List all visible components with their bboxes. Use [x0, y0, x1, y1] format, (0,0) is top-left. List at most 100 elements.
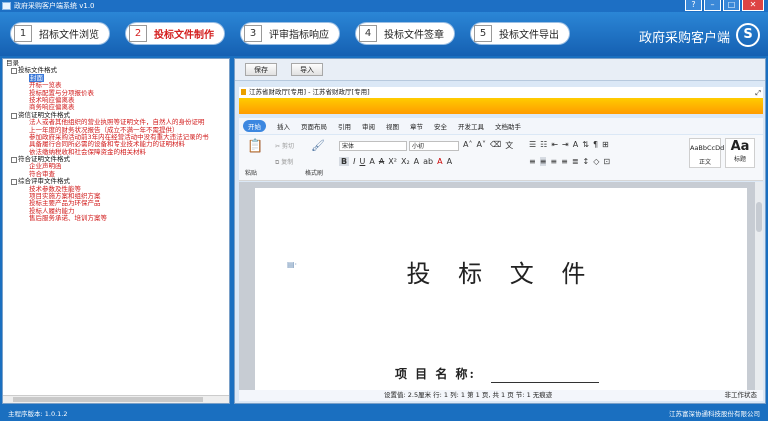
subscript-icon[interactable]: X₂ [401, 157, 410, 166]
font-style-tools: B I U A A X² X₂ A ab A A [339, 157, 452, 166]
indent-icon[interactable]: ⇥ [562, 140, 569, 149]
step-label: 招标文件浏览 [39, 30, 99, 41]
cut-button[interactable]: ✂ 剪切 [275, 141, 294, 150]
scroll-thumb[interactable] [756, 202, 762, 232]
show-marks-icon[interactable]: ¶ [593, 140, 598, 149]
save-button[interactable]: 保存 [245, 63, 277, 76]
window-title: 政府采购客户端系统 v1.0 [14, 2, 95, 10]
step-1-browse[interactable]: 1 招标文件浏览 [10, 22, 110, 45]
align-right-icon[interactable]: ≡ [550, 157, 557, 166]
style-normal-label: 正文 [698, 159, 711, 166]
close-button[interactable]: ✕ [742, 0, 764, 11]
numbered-list-icon[interactable]: ☷ [540, 140, 547, 149]
superscript-icon[interactable]: X² [388, 157, 397, 166]
phonetic-icon[interactable]: 文 [505, 140, 513, 151]
shading-icon[interactable]: ◇ [593, 157, 599, 166]
step-2-make-bid[interactable]: 2 投标文件制作 [125, 22, 225, 45]
import-button[interactable]: 导入 [291, 63, 323, 76]
line-spacing-icon[interactable]: ↕ [583, 157, 590, 166]
editor-toolbar: 保存 导入 [235, 59, 765, 81]
help-button[interactable]: ? [685, 0, 702, 11]
step-5-export[interactable]: 5 投标文件导出 [470, 22, 570, 45]
format-painter-label[interactable]: 格式刷 [305, 168, 323, 177]
italic-icon[interactable]: I [353, 157, 355, 166]
tab-developer[interactable]: 开发工具 [458, 121, 484, 131]
company-text: 江苏富深协通科技股份有限公司 [669, 410, 760, 418]
style-heading-label: 标题 [733, 156, 746, 163]
tab-insert[interactable]: 插入 [277, 121, 290, 131]
project-name-underline [491, 382, 599, 383]
format-painter-icon[interactable]: 🖌 [311, 139, 325, 152]
char-format-icon[interactable]: A [414, 157, 419, 166]
tree-item[interactable]: 售后服务承诺、培训方案等 [5, 215, 227, 222]
text-effect-icon[interactable]: A [369, 157, 374, 166]
brand-title: 政府采购客户端 [638, 31, 730, 46]
tab-review[interactable]: 审阅 [362, 121, 375, 131]
editor-panel: 保存 导入 江苏省财政厅[专用] - 江苏省财政厅[专用] ⤢ 开始 插入 页面… [234, 58, 766, 404]
border-icon[interactable]: ⊡ [603, 157, 610, 166]
minimize-button[interactable]: – [704, 0, 721, 11]
font-name-select[interactable]: 宋体 [339, 141, 407, 151]
align-tools: ≡ ≡ ≡ ≡ ≣ ↕ ◇ ⊡ [529, 157, 610, 166]
list-tools: ☰ ☷ ⇤ ⇥ A ⇅ ¶ ⊞ [529, 140, 609, 149]
shrink-font-icon[interactable]: A˅ [476, 140, 485, 151]
sort-icon[interactable]: ⇅ [582, 140, 589, 149]
char-border-icon[interactable]: A [447, 157, 452, 166]
style-heading-sample: Aa [730, 139, 750, 154]
distributed-icon[interactable]: ≣ [572, 157, 579, 166]
style-heading[interactable]: Aa 标题 [725, 138, 755, 168]
clear-format-icon[interactable]: ⌫ [490, 140, 501, 151]
tab-references[interactable]: 引用 [338, 121, 351, 131]
tab-security[interactable]: 安全 [434, 121, 447, 131]
tab-layout[interactable]: 页面布局 [301, 121, 327, 131]
app-icon [2, 2, 11, 10]
maximize-button[interactable]: □ [723, 0, 740, 11]
document-banner [239, 98, 763, 114]
justify-icon[interactable]: ≡ [561, 157, 568, 166]
status-info: 设置值: 2.5厘米 行: 1 列: 1 第 1 页, 共 1 页 节: 1 无… [384, 391, 553, 399]
document-title-text: 投 标 文 件 [406, 260, 596, 288]
paste-icon[interactable]: 📋 [247, 139, 263, 154]
document-page[interactable]: ▤· 投 标 文 件 项 目 名 称: [255, 188, 747, 390]
document-title: 江苏省财政厅[专用] - 江苏省财政厅[专用] [249, 88, 370, 96]
tab-chapter[interactable]: 章节 [410, 121, 423, 131]
font-color-icon[interactable]: A [437, 157, 442, 166]
underline-icon[interactable]: U [359, 157, 365, 166]
tab-home[interactable]: 开始 [243, 120, 266, 132]
tree-item-label: 售后服务承诺、培训方案等 [29, 214, 107, 223]
step-number: 5 [474, 25, 492, 42]
vertical-scrollbar[interactable] [755, 182, 763, 390]
tab-doc-assistant[interactable]: 文档助手 [495, 121, 521, 131]
font-size-select[interactable]: 小初 [409, 141, 459, 151]
step-3-evaluation[interactable]: 3 评审指标响应 [240, 22, 340, 45]
grow-font-icon[interactable]: A˄ [463, 140, 472, 151]
style-normal-sample: AaBbCcDd [690, 144, 725, 152]
document-area: ▤· 投 标 文 件 项 目 名 称: [239, 182, 763, 390]
step-header: 1 招标文件浏览 2 投标文件制作 3 评审指标响应 4 投标文件签章 5 投标… [0, 12, 768, 56]
version-text: 主程序版本: 1.0.1.2 [8, 410, 68, 418]
strikethrough-icon[interactable]: A [379, 157, 384, 166]
style-normal[interactable]: AaBbCcDd 正文 [689, 138, 725, 168]
outdent-icon[interactable]: ⇤ [551, 140, 558, 149]
bullet-list-icon[interactable]: ☰ [529, 140, 536, 149]
document-status-bar: 设置值: 2.5厘米 行: 1 列: 1 第 1 页, 共 1 页 节: 1 无… [239, 390, 763, 401]
project-name-label: 项 目 名 称: [395, 367, 476, 381]
step-number: 3 [244, 25, 262, 42]
step-number: 2 [129, 25, 147, 42]
chinese-layout-icon[interactable]: A [573, 140, 578, 149]
table-icon[interactable]: ⊞ [602, 140, 609, 149]
paste-label[interactable]: 粘贴 [245, 168, 257, 177]
bold-icon[interactable]: B [339, 157, 350, 166]
copy-button[interactable]: ⧉ 复制 [275, 157, 293, 167]
align-left-icon[interactable]: ≡ [529, 157, 536, 166]
tab-view[interactable]: 视图 [386, 121, 399, 131]
font-size-tools: A˄ A˅ ⌫ 文 [463, 140, 513, 151]
horizontal-scrollbar[interactable] [3, 395, 229, 403]
scroll-thumb[interactable] [13, 397, 203, 402]
step-number: 4 [359, 25, 377, 42]
step-4-sign[interactable]: 4 投标文件签章 [355, 22, 455, 45]
lock-icon [241, 89, 246, 95]
highlight-icon[interactable]: ab [423, 157, 433, 166]
align-center-icon[interactable]: ≡ [539, 157, 547, 166]
brand-logo: S [736, 23, 760, 47]
